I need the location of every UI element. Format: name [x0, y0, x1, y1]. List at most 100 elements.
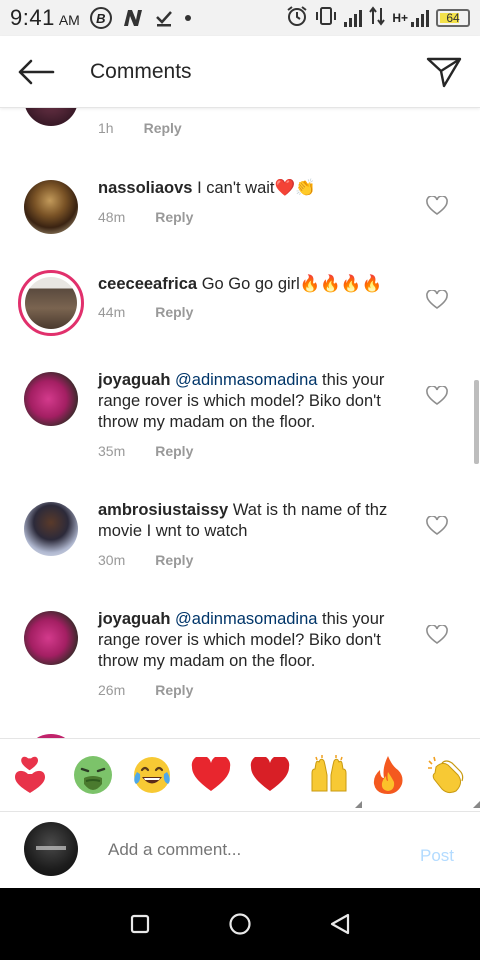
comment-emoji: ❤️👏 — [274, 179, 316, 197]
reply-button[interactable]: Reply — [155, 682, 193, 698]
vomiting-face-emoji[interactable] — [72, 754, 114, 796]
tears-of-joy-icon — [133, 757, 170, 793]
comment-composer: Post — [0, 812, 480, 888]
comment-time: 26m — [98, 682, 126, 698]
b-icon: B — [89, 7, 112, 29]
comment-text: joyaguah @adinmasomadina this your range… — [98, 370, 408, 433]
comment-meta: 26m Reply — [98, 682, 193, 698]
comment-item: nassoliaovs I can't wait❤️👏 48m Reply — [0, 178, 480, 258]
avatar — [25, 277, 77, 329]
fire-icon — [373, 756, 402, 794]
system-nav-bar — [0, 888, 480, 960]
recents-button[interactable] — [120, 904, 160, 944]
clapping-hands-emoji[interactable] — [426, 754, 480, 808]
avatar[interactable] — [24, 372, 78, 426]
comment-item: joyaguah @adinmasomadina this your range… — [0, 370, 480, 470]
vomiting-face-icon — [73, 756, 112, 794]
comment-message: I can't wait — [197, 179, 275, 197]
tears-of-joy-emoji[interactable] — [131, 754, 173, 796]
red-heart-icon — [191, 757, 230, 791]
avatar-story-ring[interactable] — [18, 270, 84, 336]
square-icon — [130, 914, 150, 934]
comment-time: 30m — [98, 552, 126, 568]
heart-emoji[interactable] — [249, 754, 291, 796]
comment-time: 44m — [98, 304, 126, 320]
triangle-back-icon — [330, 913, 350, 935]
clapping-hands-icon — [427, 756, 463, 794]
comment-emoji: 🔥🔥🔥🔥 — [299, 275, 383, 293]
page-title: Comments — [90, 59, 192, 83]
post-button[interactable]: Post — [420, 846, 454, 866]
comment-username[interactable]: ceeceeafrica — [98, 275, 197, 293]
circle-icon — [229, 913, 251, 935]
like-heart-icon[interactable] — [426, 625, 448, 645]
share-button[interactable] — [408, 36, 480, 108]
comment-time: 1h — [98, 120, 114, 136]
dot-icon — [184, 14, 192, 22]
status-time: 9:41 — [10, 5, 55, 30]
comment-meta: 1h Reply — [98, 120, 182, 136]
comment-item: 1h Reply — [0, 108, 480, 158]
comment-mention[interactable]: @adinmasomadina — [175, 610, 317, 628]
vibrate-icon — [315, 6, 337, 31]
comment-mention[interactable]: @adinmasomadina — [175, 371, 317, 389]
raising-hands-emoji[interactable] — [308, 754, 362, 808]
more-variants-indicator — [354, 801, 362, 808]
signal-icon-2 — [411, 9, 429, 27]
comment-input[interactable] — [108, 840, 398, 860]
comment-username[interactable]: joyaguah — [98, 371, 170, 389]
avatar[interactable] — [24, 611, 78, 665]
comment-username[interactable]: ambrosiustaissy — [98, 501, 228, 519]
red-heart-emoji[interactable] — [190, 754, 232, 796]
n-icon — [122, 8, 144, 28]
paper-plane-icon — [426, 57, 462, 87]
comment-text: ceeceeafrica Go Go go girl🔥🔥🔥🔥 — [98, 274, 408, 295]
comment-username[interactable]: nassoliaovs — [98, 179, 192, 197]
avatar[interactable] — [24, 180, 78, 234]
comment-item: ambrosiustaissy Wat is th name of thz mo… — [0, 500, 480, 580]
avatar[interactable] — [24, 502, 78, 556]
comment-text: ambrosiustaissy Wat is th name of thz mo… — [98, 500, 408, 542]
emoji-quick-bar — [0, 738, 480, 812]
comment-meta: 44m Reply — [98, 304, 193, 320]
comment-meta: 35m Reply — [98, 443, 193, 459]
two-hearts-emoji[interactable] — [13, 754, 55, 796]
signal-icon — [344, 9, 363, 27]
back-arrow-icon — [18, 59, 55, 84]
app-header: Comments — [0, 36, 480, 108]
comment-meta: 30m Reply — [98, 552, 193, 568]
network-type: H+ — [392, 11, 408, 25]
like-heart-icon[interactable] — [426, 290, 448, 310]
download-done-icon — [154, 8, 174, 28]
reply-button[interactable]: Reply — [155, 552, 193, 568]
avatar[interactable] — [24, 108, 78, 126]
back-button[interactable] — [0, 36, 72, 108]
like-heart-icon[interactable] — [426, 386, 448, 406]
comment-meta: 48m Reply — [98, 209, 193, 225]
comment-item: joyaguah @adinmasomadina this your range… — [0, 609, 480, 709]
comments-list[interactable]: 1h Reply nassoliaovs I can't wait❤️👏 48m… — [0, 108, 480, 738]
like-heart-icon[interactable] — [426, 196, 448, 216]
reply-button[interactable]: Reply — [155, 209, 193, 225]
fire-emoji[interactable] — [367, 754, 409, 796]
comment-time: 35m — [98, 443, 126, 459]
two-hearts-icon — [14, 756, 45, 793]
reply-button[interactable]: Reply — [155, 304, 193, 320]
status-bar: 9:41 AM B H+ 64 — [0, 0, 480, 36]
current-user-avatar — [24, 822, 78, 876]
comment-item: ceeceeafrica Go Go go girl🔥🔥🔥🔥 44m Reply — [0, 270, 480, 350]
reply-button[interactable]: Reply — [155, 443, 193, 459]
home-button[interactable] — [220, 904, 260, 944]
reply-button[interactable]: Reply — [144, 120, 182, 136]
comment-username[interactable]: joyaguah — [98, 610, 170, 628]
comment-text: joyaguah @adinmasomadina this your range… — [98, 609, 408, 672]
status-ampm: AM — [58, 12, 80, 28]
comment-text: nassoliaovs I can't wait❤️👏 — [98, 178, 408, 199]
like-heart-icon[interactable] — [426, 516, 448, 536]
comment-time: 48m — [98, 209, 126, 225]
battery-icon: 64 — [436, 9, 470, 27]
back-nav-button[interactable] — [320, 904, 360, 944]
more-variants-indicator — [472, 801, 480, 808]
scrollbar-thumb[interactable] — [474, 380, 479, 464]
data-transfer-icon — [369, 5, 386, 31]
